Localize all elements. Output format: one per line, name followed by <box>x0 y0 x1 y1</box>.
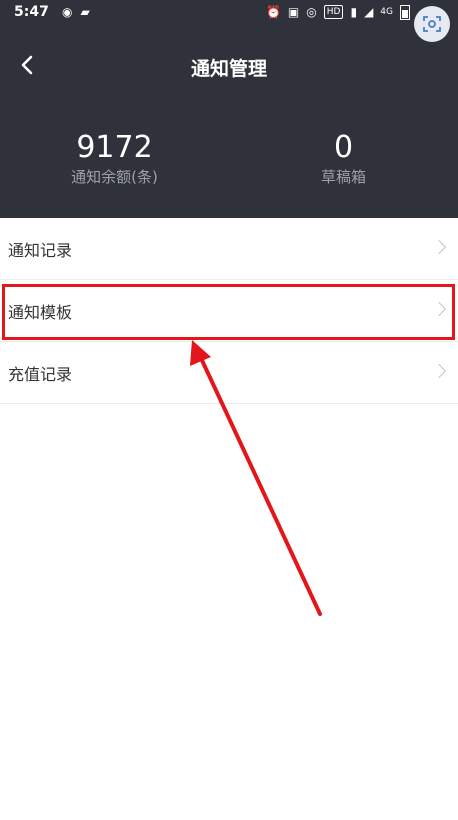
annotation-arrow <box>190 340 322 616</box>
